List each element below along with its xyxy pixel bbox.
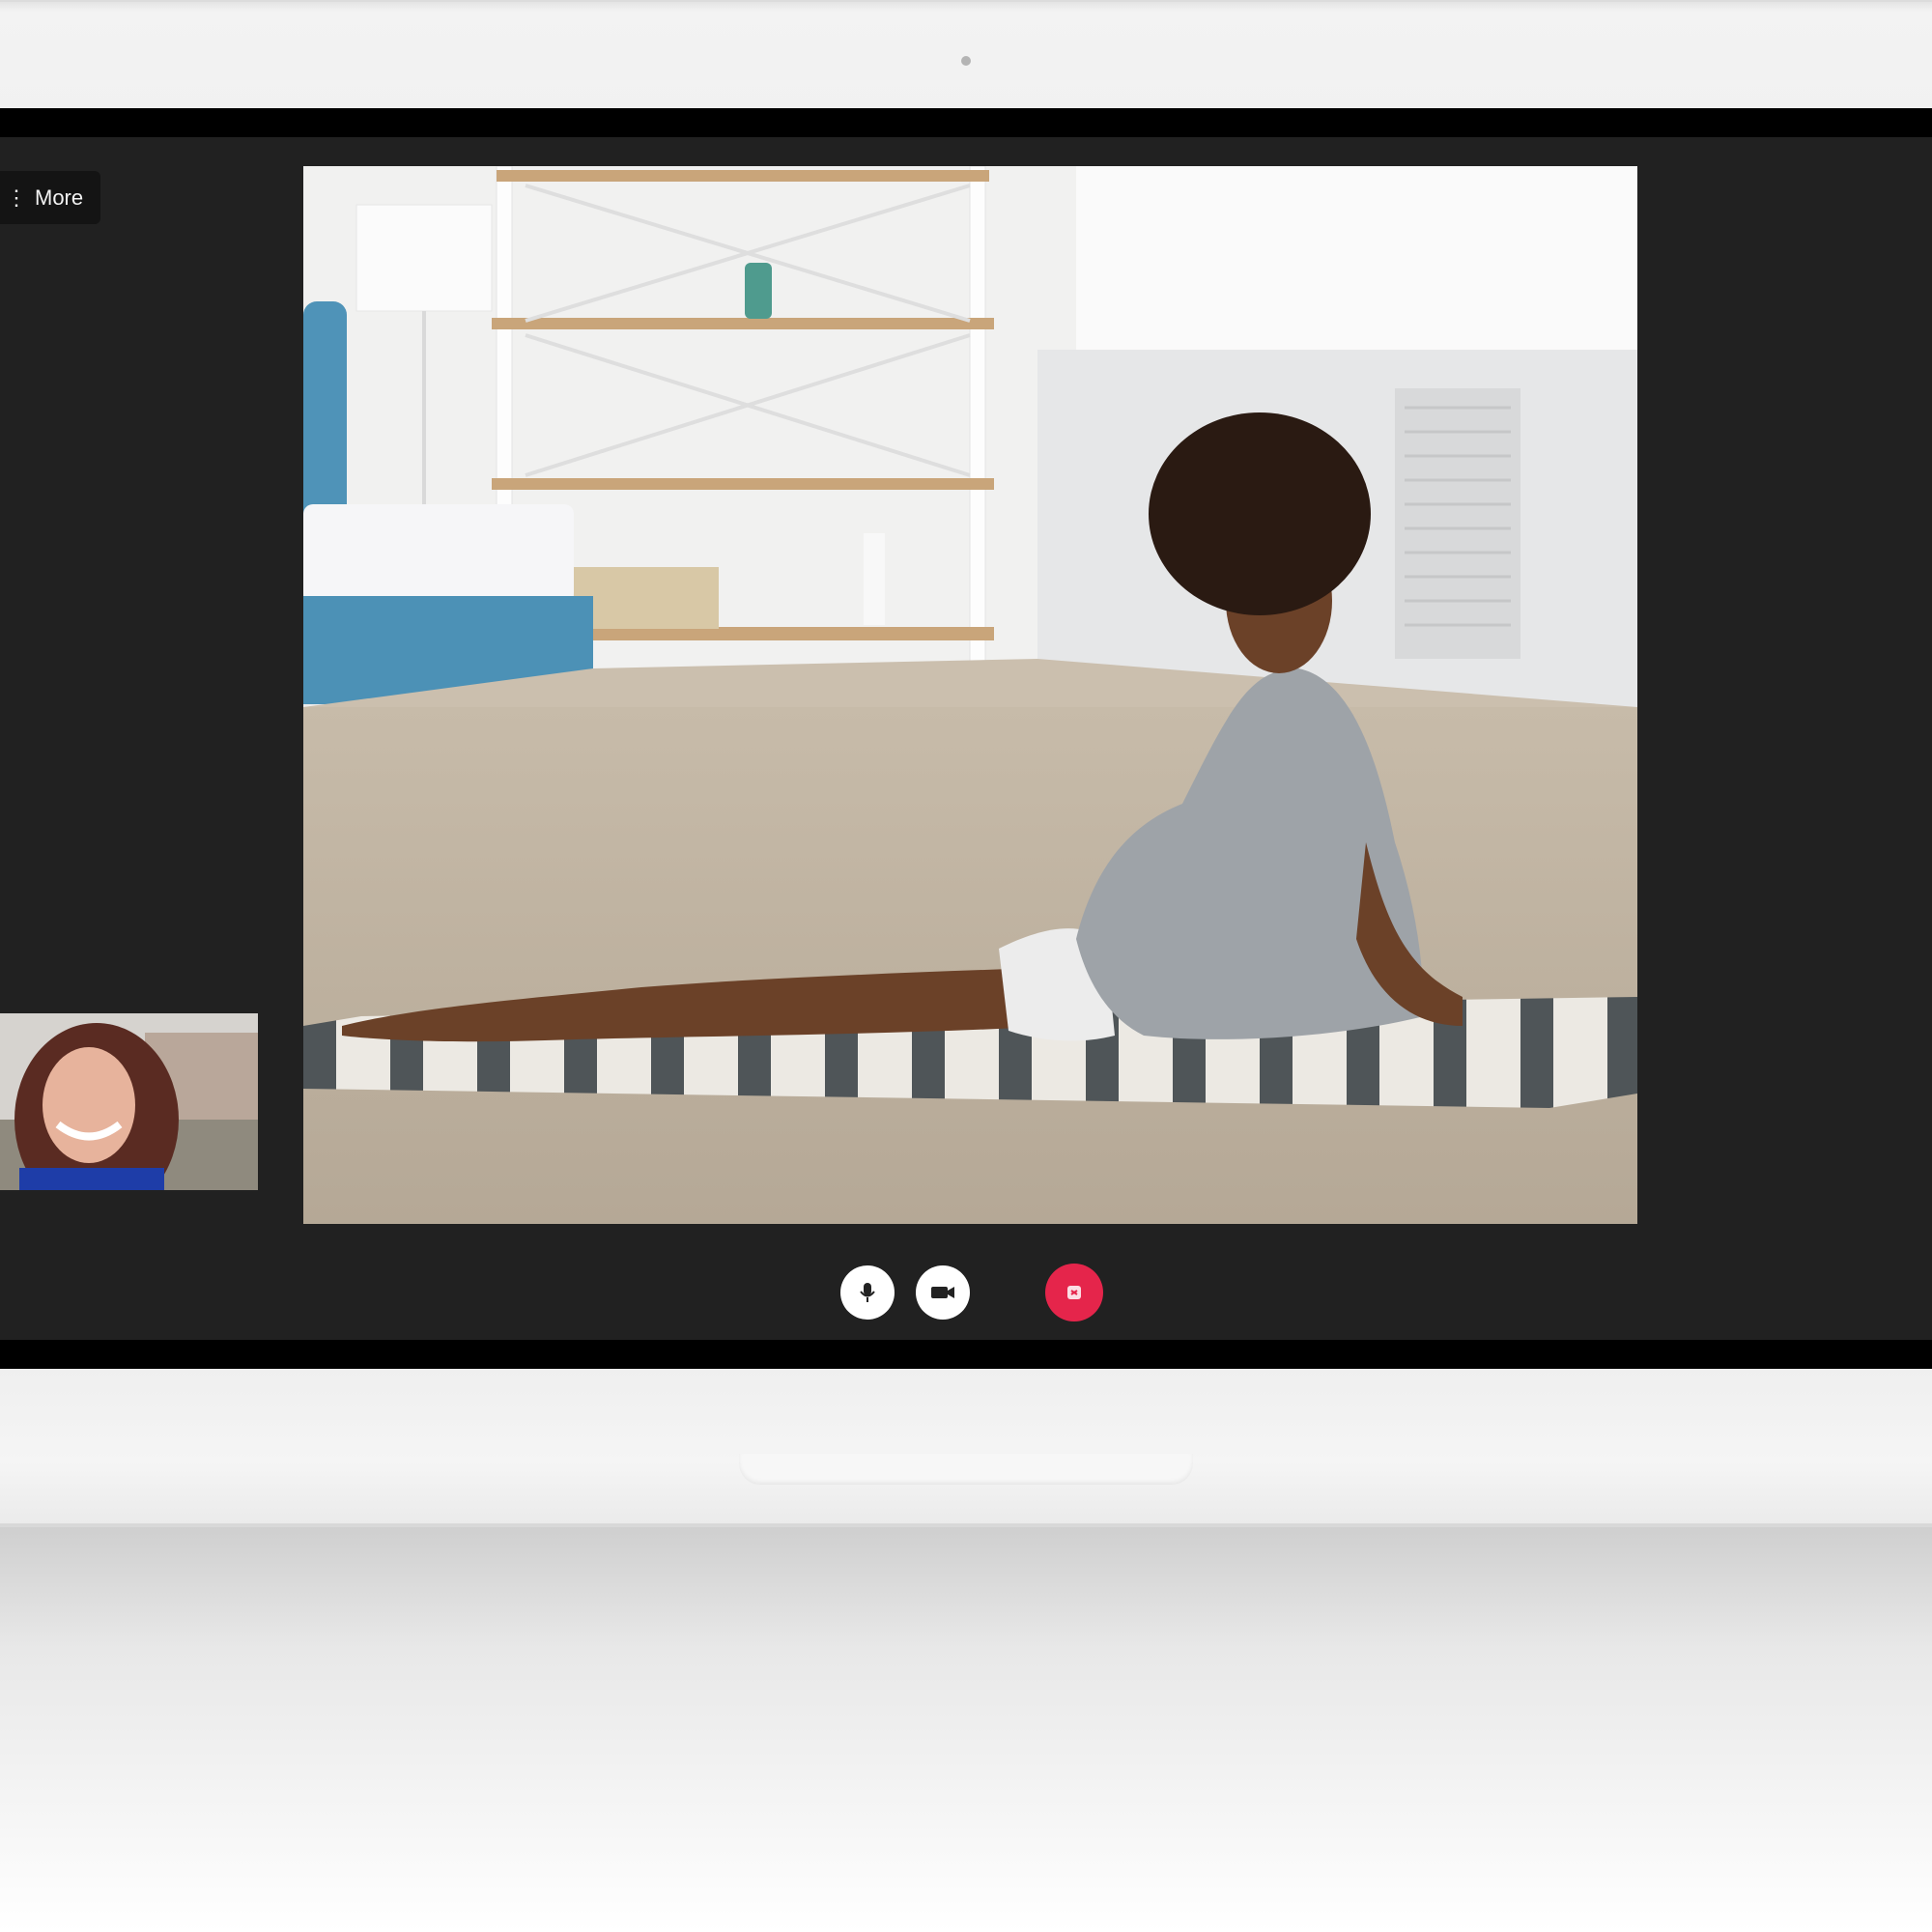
video-camera-icon [931,1287,954,1298]
more-label: More [35,185,84,210]
device-hinge-notch [739,1454,1193,1485]
self-view-scene [0,1013,258,1190]
more-options-button[interactable]: ⋮ More [0,171,100,224]
device-top-bezel [0,0,1932,110]
device-shadow [0,1527,1932,1932]
toggle-camera-button[interactable] [916,1265,970,1320]
mute-microphone-button[interactable] [840,1265,895,1320]
webcam-dot [961,56,971,66]
main-video-scene [303,166,1637,1224]
device-bottom-bezel [0,1369,1932,1527]
microphone-icon [860,1283,875,1302]
end-call-button[interactable] [1045,1264,1103,1321]
video-call-area: ⋮ More [0,137,1932,1340]
more-dots-icon: ⋮ [6,185,27,210]
device-screen: ⋮ More [0,108,1932,1369]
self-view-video[interactable] [0,1013,258,1190]
main-participant-video[interactable] [303,166,1637,1224]
end-call-icon [1067,1286,1081,1299]
